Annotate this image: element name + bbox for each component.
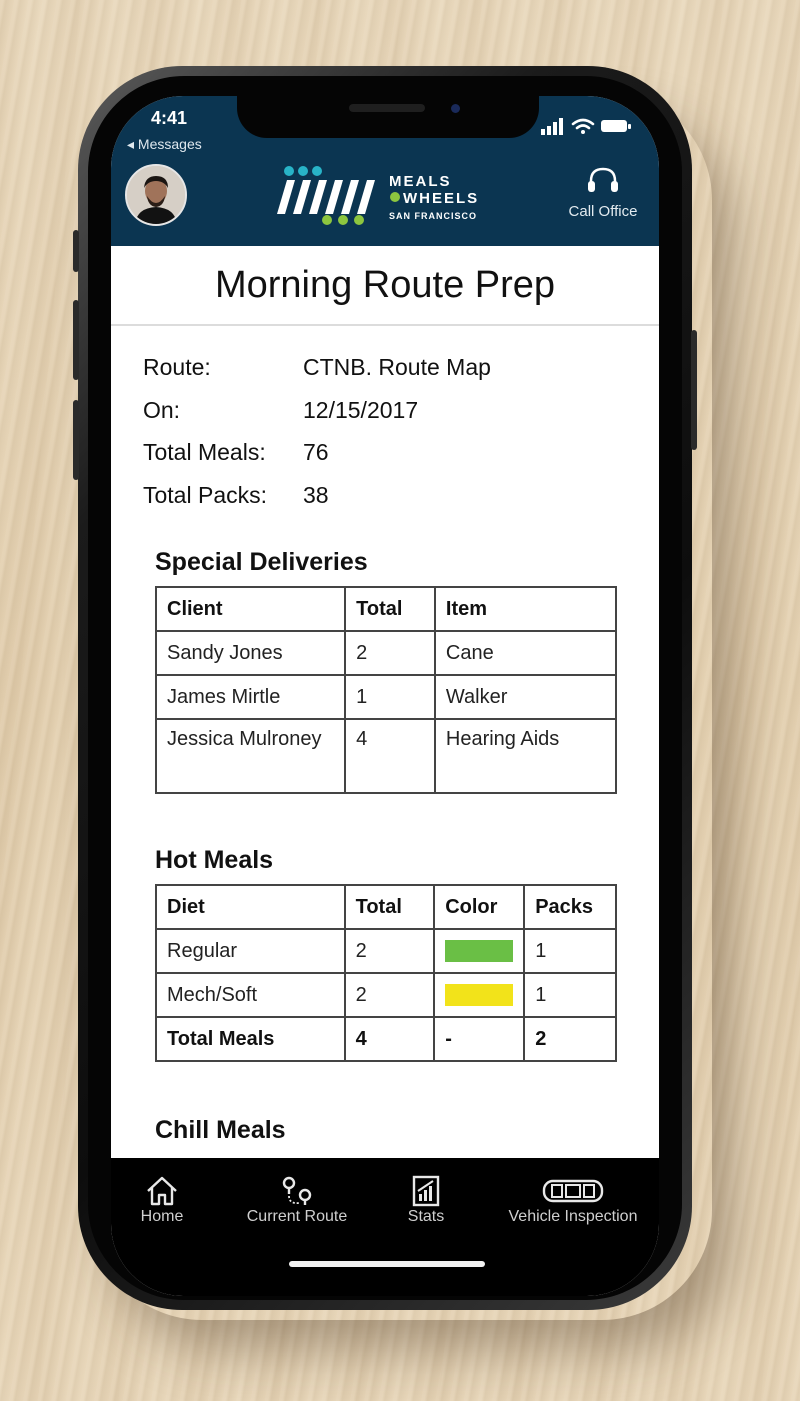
home-icon: [147, 1176, 177, 1206]
tab-bar: Home Current Route Stats Vehicle Inspect…: [111, 1158, 659, 1296]
column-header: Client: [154, 586, 347, 632]
color-cell: [433, 928, 526, 974]
power-button: [691, 330, 697, 450]
headset-icon: [588, 167, 618, 192]
total-cell: 4: [343, 1016, 436, 1062]
total-cell: 4: [344, 718, 436, 794]
route-info-row: On: 12/15/2017: [143, 397, 491, 440]
column-header: Total: [343, 884, 436, 930]
user-avatar[interactable]: [125, 164, 187, 226]
route-label: Route:: [143, 354, 211, 380]
logo-text-sf: SAN FRANCISCO: [389, 211, 477, 221]
route-value: CTNB. Route Map: [303, 354, 491, 380]
battery-icon: [601, 120, 631, 132]
call-office-button[interactable]: Call Office: [561, 166, 645, 220]
tab-vehicle-inspection[interactable]: Vehicle Inspection: [495, 1174, 651, 1226]
total-cell: 1: [344, 674, 436, 720]
silent-switch: [73, 230, 79, 272]
table-total-row: Total Meals 4 - 2: [155, 1016, 617, 1062]
total-meals-label: Total Meals:: [143, 439, 266, 465]
total-cell: 2: [344, 630, 436, 676]
special-deliveries-title: Special Deliveries: [155, 548, 368, 576]
volume-down-button: [73, 400, 79, 480]
column-header: Packs: [523, 884, 617, 930]
total-packs-value: 38: [303, 481, 329, 508]
tab-stats[interactable]: Stats: [395, 1174, 457, 1226]
column-header: Total: [344, 586, 436, 632]
item-cell: Walker: [433, 674, 618, 720]
packs-cell: 1: [523, 972, 617, 1018]
client-cell: Jessica Mulroney: [154, 718, 347, 794]
vehicle-icon: [542, 1179, 604, 1203]
color-cell: [433, 972, 526, 1018]
item-cell: Cane: [433, 630, 618, 676]
status-icons: [541, 118, 631, 135]
diet-cell: Regular: [155, 928, 346, 974]
route-info-row: Route: CTNB. Route Map: [143, 354, 491, 397]
date-value: 12/15/2017: [303, 396, 419, 423]
total-packs-label: Total Packs:: [143, 481, 267, 508]
tab-home[interactable]: Home: [129, 1174, 195, 1226]
tab-label: Current Route: [246, 1208, 348, 1225]
table-row: James Mirtle 1 Walker: [154, 674, 618, 720]
total-cell: 2: [343, 928, 436, 974]
route-prep-content[interactable]: Route: CTNB. Route Map On: 12/15/2017 To…: [111, 326, 659, 1156]
logo-text-meals: MEALS: [389, 173, 452, 190]
diet-cell: Total Meals: [155, 1016, 346, 1062]
packs-cell: 2: [523, 1016, 617, 1062]
color-cell: -: [433, 1016, 526, 1062]
table-row: Regular 2 1: [155, 928, 617, 974]
title-bar: Morning Route Prep: [111, 246, 659, 326]
table-row: Mech/Soft 2 1: [155, 972, 617, 1018]
call-office-label: Call Office: [568, 203, 638, 220]
column-header: Color: [433, 884, 526, 930]
color-swatch: [445, 940, 514, 963]
tab-current-route[interactable]: Current Route: [235, 1174, 359, 1226]
total-meals-value: 76: [303, 439, 329, 465]
color-swatch: [445, 984, 514, 1007]
page-title: Morning Route Prep: [214, 264, 556, 306]
volume-up-button: [73, 300, 79, 380]
speaker: [349, 104, 425, 112]
status-time: 4:41: [151, 108, 188, 128]
client-cell: James Mirtle: [154, 674, 347, 720]
hot-meals-table: Diet Total Color Packs Regular 2 1 Mech/…: [155, 884, 617, 1062]
route-icon: [282, 1176, 312, 1205]
diet-cell: Mech/Soft: [155, 972, 346, 1018]
notch: [237, 96, 539, 138]
tab-label: Vehicle Inspection: [508, 1208, 638, 1225]
tab-label: Home: [140, 1208, 184, 1225]
back-to-messages-link[interactable]: ◂ Messages: [127, 136, 202, 153]
route-info: Route: CTNB. Route Map On: 12/15/2017 To…: [143, 354, 491, 524]
table-row: Sandy Jones 2 Cane: [154, 630, 618, 676]
total-cell: 2: [343, 972, 436, 1018]
chill-meals-title: Chill Meals: [155, 1116, 286, 1144]
wifi-icon: [571, 118, 595, 134]
column-header: Diet: [155, 884, 346, 930]
special-deliveries-table: Client Total Item Sandy Jones 2 Cane Jam…: [154, 586, 618, 794]
item-cell: Hearing Aids: [433, 718, 618, 794]
logo-text-wheels: WHEELS: [403, 190, 479, 207]
stats-icon: [412, 1175, 440, 1207]
meals-on-wheels-logo: MEALS WHEELS SAN FRANCISCO: [267, 164, 507, 226]
table-row: Jessica Mulroney 4 Hearing Aids: [154, 718, 618, 794]
tab-label: Stats: [407, 1208, 445, 1225]
phone-screen: 4:41 ◂ Messages MEALS WHEELS SAN FRANCIS…: [111, 96, 659, 1296]
hot-meals-title: Hot Meals: [155, 846, 274, 874]
front-camera: [451, 104, 460, 113]
date-label: On:: [143, 396, 181, 423]
table-header-row: Client Total Item: [154, 586, 618, 632]
signal-icon: [541, 118, 563, 135]
column-header: Item: [433, 586, 618, 632]
client-cell: Sandy Jones: [154, 630, 347, 676]
home-indicator[interactable]: [289, 1261, 485, 1267]
route-info-row: Total Packs: 38: [143, 482, 491, 525]
table-header-row: Diet Total Color Packs: [155, 884, 617, 930]
packs-cell: 1: [523, 928, 617, 974]
route-info-row: Total Meals: 76: [143, 439, 491, 482]
